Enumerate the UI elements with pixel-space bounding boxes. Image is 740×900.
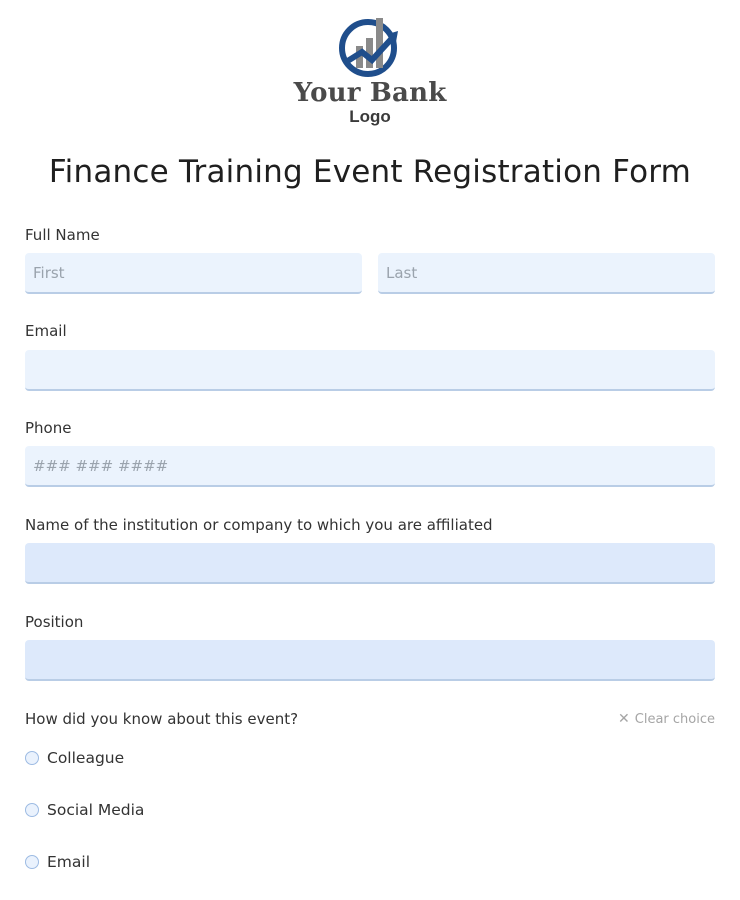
radio-button[interactable] bbox=[25, 855, 39, 869]
logo-subtitle: Logo bbox=[349, 107, 391, 126]
institution-label: Name of the institution or company to wh… bbox=[25, 516, 493, 534]
phone-input[interactable] bbox=[25, 446, 715, 487]
phone-label: Phone bbox=[25, 419, 72, 437]
radio-option-label: Colleague bbox=[47, 749, 125, 767]
radio-option-social-media[interactable]: Social Media bbox=[25, 801, 144, 819]
position-input[interactable] bbox=[25, 640, 715, 681]
radio-option-colleague[interactable]: Colleague bbox=[25, 749, 124, 767]
radio-option-email[interactable]: Email bbox=[25, 853, 90, 871]
email-label: Email bbox=[25, 322, 67, 340]
logo-name: Your Bank bbox=[293, 78, 447, 108]
full-name-label: Full Name bbox=[25, 226, 100, 244]
last-name-input[interactable] bbox=[378, 253, 715, 294]
source-question-label: How did you know about this event? bbox=[25, 710, 299, 728]
radio-button[interactable] bbox=[25, 803, 39, 817]
clear-choice-button[interactable]: ✕ Clear choice bbox=[618, 711, 715, 727]
institution-input[interactable] bbox=[25, 543, 715, 584]
clear-choice-label: Clear choice bbox=[634, 712, 715, 727]
close-icon: ✕ bbox=[618, 711, 630, 727]
form-title: Finance Training Event Registration Form bbox=[48, 154, 692, 190]
position-label: Position bbox=[25, 613, 84, 631]
bank-logo: Your Bank Logo bbox=[0, 14, 740, 126]
email-input[interactable] bbox=[25, 350, 715, 391]
radio-option-label: Social Media bbox=[47, 801, 145, 819]
radio-option-label: Email bbox=[47, 853, 91, 871]
radio-button[interactable] bbox=[25, 751, 39, 765]
first-name-input[interactable] bbox=[25, 253, 362, 294]
bank-logo-icon bbox=[339, 18, 398, 77]
